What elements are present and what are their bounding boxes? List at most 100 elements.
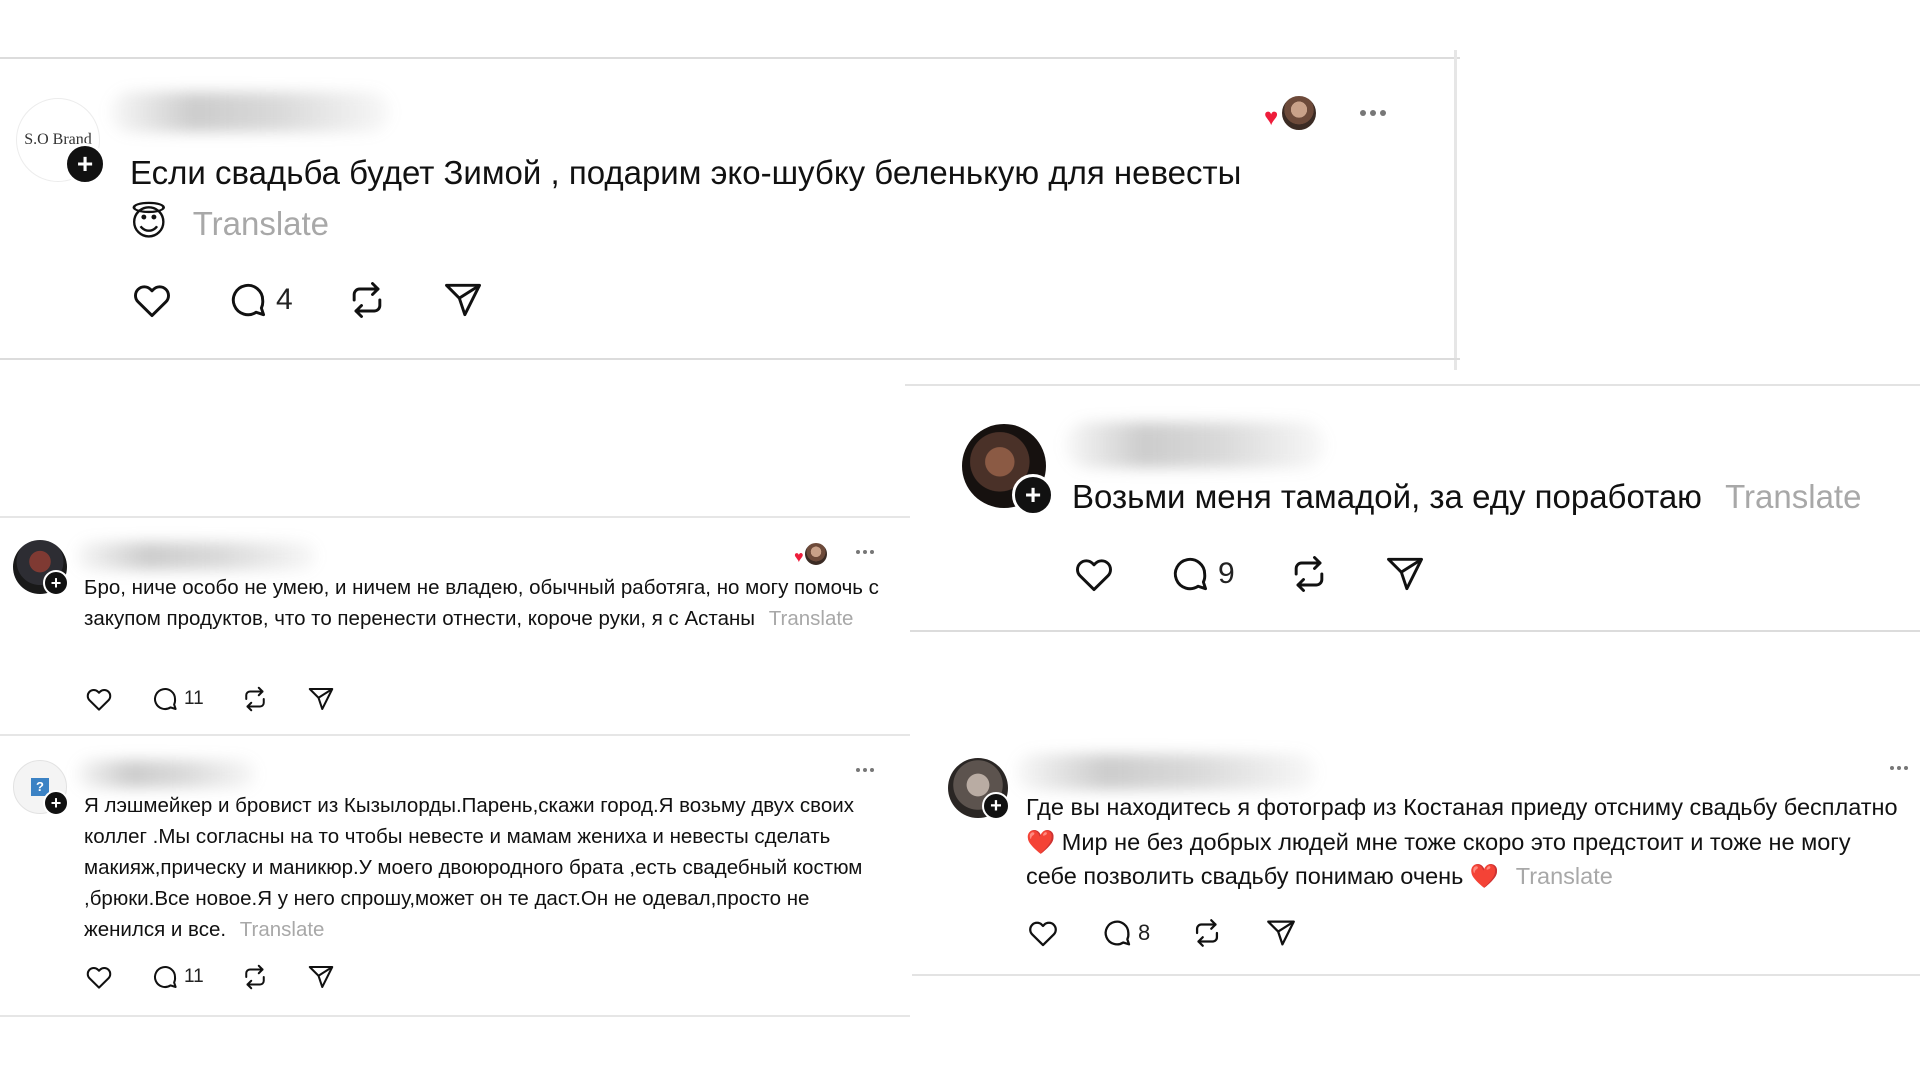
heart-icon: ♥ [1264,104,1279,131]
send-icon [1386,557,1423,591]
repost-button[interactable] [240,962,270,992]
dot [1380,110,1386,116]
action-bar: 4 [130,278,485,322]
like-button[interactable] [1026,916,1060,950]
post-body-part2: Мир не без добрых людей мне тоже скоро э… [1026,828,1851,890]
comment-count: 9 [1218,557,1235,590]
share-button[interactable] [1383,552,1427,596]
repost-icon [1294,556,1323,592]
send-icon [308,966,333,988]
emoji: 😇 [130,202,168,243]
translate-link[interactable]: Translate [1725,478,1861,515]
heart-emoji: ❤️ [1469,863,1500,889]
comment-count: 8 [1138,920,1151,945]
share-button[interactable] [306,962,336,992]
avatar[interactable]: + [962,424,1054,516]
liker-face [1280,94,1318,132]
liker-avatar: ♥ [792,542,832,568]
post-text: Я лэшмейкер и бровист из Кызылорды.Парен… [84,790,894,945]
send-icon [1267,920,1296,946]
avatar[interactable]: S.O Brand + [16,98,106,185]
post-text: Где вы находитесь я фотограф из Костаная… [1026,790,1906,894]
heart-outline-icon [134,285,170,318]
post-card-4: ? + Я лэшмейкер и бровист из Кызылорды.П… [0,740,910,1020]
username-blurred [1016,754,1316,790]
like-button[interactable] [84,962,114,992]
post-body: Бро, ниче особо не умею, и ничем не влад… [84,576,879,630]
divider [0,358,1460,360]
more-dots-icon [1360,110,1366,116]
divider [912,974,1920,976]
repost-button[interactable] [1190,916,1224,950]
avatar[interactable]: ? + [13,760,69,816]
translate-link[interactable]: Translate [1516,863,1613,889]
follow-plus-icon[interactable]: + [43,790,69,816]
comment-button[interactable]: 4 [226,278,293,322]
comment-button[interactable]: 11 [150,962,204,992]
divider [1454,50,1457,370]
like-button[interactable] [130,278,174,322]
avatar[interactable]: + [13,540,69,596]
post-card-2: + Возьми меня тамадой, за еду поработаю … [905,382,1920,632]
send-icon [444,283,481,317]
post-card-3: + ♥ Бро, ниче особо не умею, и ничем не … [0,516,910,736]
more-options-button[interactable] [856,768,874,772]
translate-link[interactable]: Translate [193,205,329,242]
dot [1897,766,1901,770]
avatar[interactable]: + [948,758,1010,820]
more-dots-icon [856,768,860,772]
dot [870,550,874,554]
comment-count: 11 [184,966,204,987]
translate-link[interactable]: Translate [769,607,854,630]
comment-button[interactable]: 11 [150,684,204,714]
follow-plus-icon[interactable]: + [1012,474,1054,516]
divider [0,1015,910,1017]
comment-button[interactable]: 9 [1168,552,1235,596]
heart-outline-icon [1076,559,1112,592]
post-body-part1: Где вы находитесь я фотограф из Костаная… [1026,794,1898,820]
more-dots-icon [1890,766,1894,770]
comment-bubble-icon [154,966,177,988]
follow-plus-icon[interactable]: + [982,792,1010,820]
repost-icon [244,964,265,990]
repost-button[interactable] [1287,552,1331,596]
dot [870,768,874,772]
repost-button[interactable] [240,684,270,714]
action-bar: 11 [84,962,336,992]
post-card-5: + Где вы находитесь я фотограф из Костан… [912,730,1920,980]
comment-button[interactable]: 8 [1100,916,1150,950]
follow-plus-icon[interactable]: + [43,570,69,596]
comment-bubble-icon [1173,557,1208,591]
divider [905,384,1920,386]
more-options-button[interactable] [1890,766,1908,770]
post-text: Возьми меня тамадой, за еду поработаю Tr… [1072,472,1920,522]
repost-button[interactable] [345,278,389,322]
username-blurred [1065,422,1325,468]
post-card-1: S.O Brand + ♥ Если свадьба будет Зимой ,… [0,0,1460,370]
action-bar: 8 [1026,916,1298,950]
follow-plus-icon[interactable]: + [64,143,106,185]
liker-avatar: ♥ [1262,92,1322,132]
repost-icon [1196,919,1219,947]
post-body: Я лэшмейкер и бровист из Кызылорды.Парен… [84,794,863,941]
comment-bubble-icon [231,283,266,317]
heart-emoji: ❤️ [1026,828,1056,855]
dot [863,550,867,554]
username-blurred [76,542,316,570]
more-options-button[interactable] [856,550,874,554]
like-button[interactable] [1072,552,1116,596]
repost-icon [352,282,381,318]
like-button[interactable] [84,684,114,714]
repost-icon [244,686,265,712]
comment-count: 11 [184,688,204,709]
heart-outline-icon [1029,921,1057,947]
heart-outline-icon [86,967,112,989]
share-button[interactable] [1264,916,1298,950]
dot [1370,110,1376,116]
share-button[interactable] [441,278,485,322]
translate-link[interactable]: Translate [240,918,325,941]
divider [0,57,1460,59]
collage: S.O Brand + ♥ Если свадьба будет Зимой ,… [0,0,1920,1080]
more-options-button[interactable] [1360,110,1386,116]
share-button[interactable] [306,684,336,714]
